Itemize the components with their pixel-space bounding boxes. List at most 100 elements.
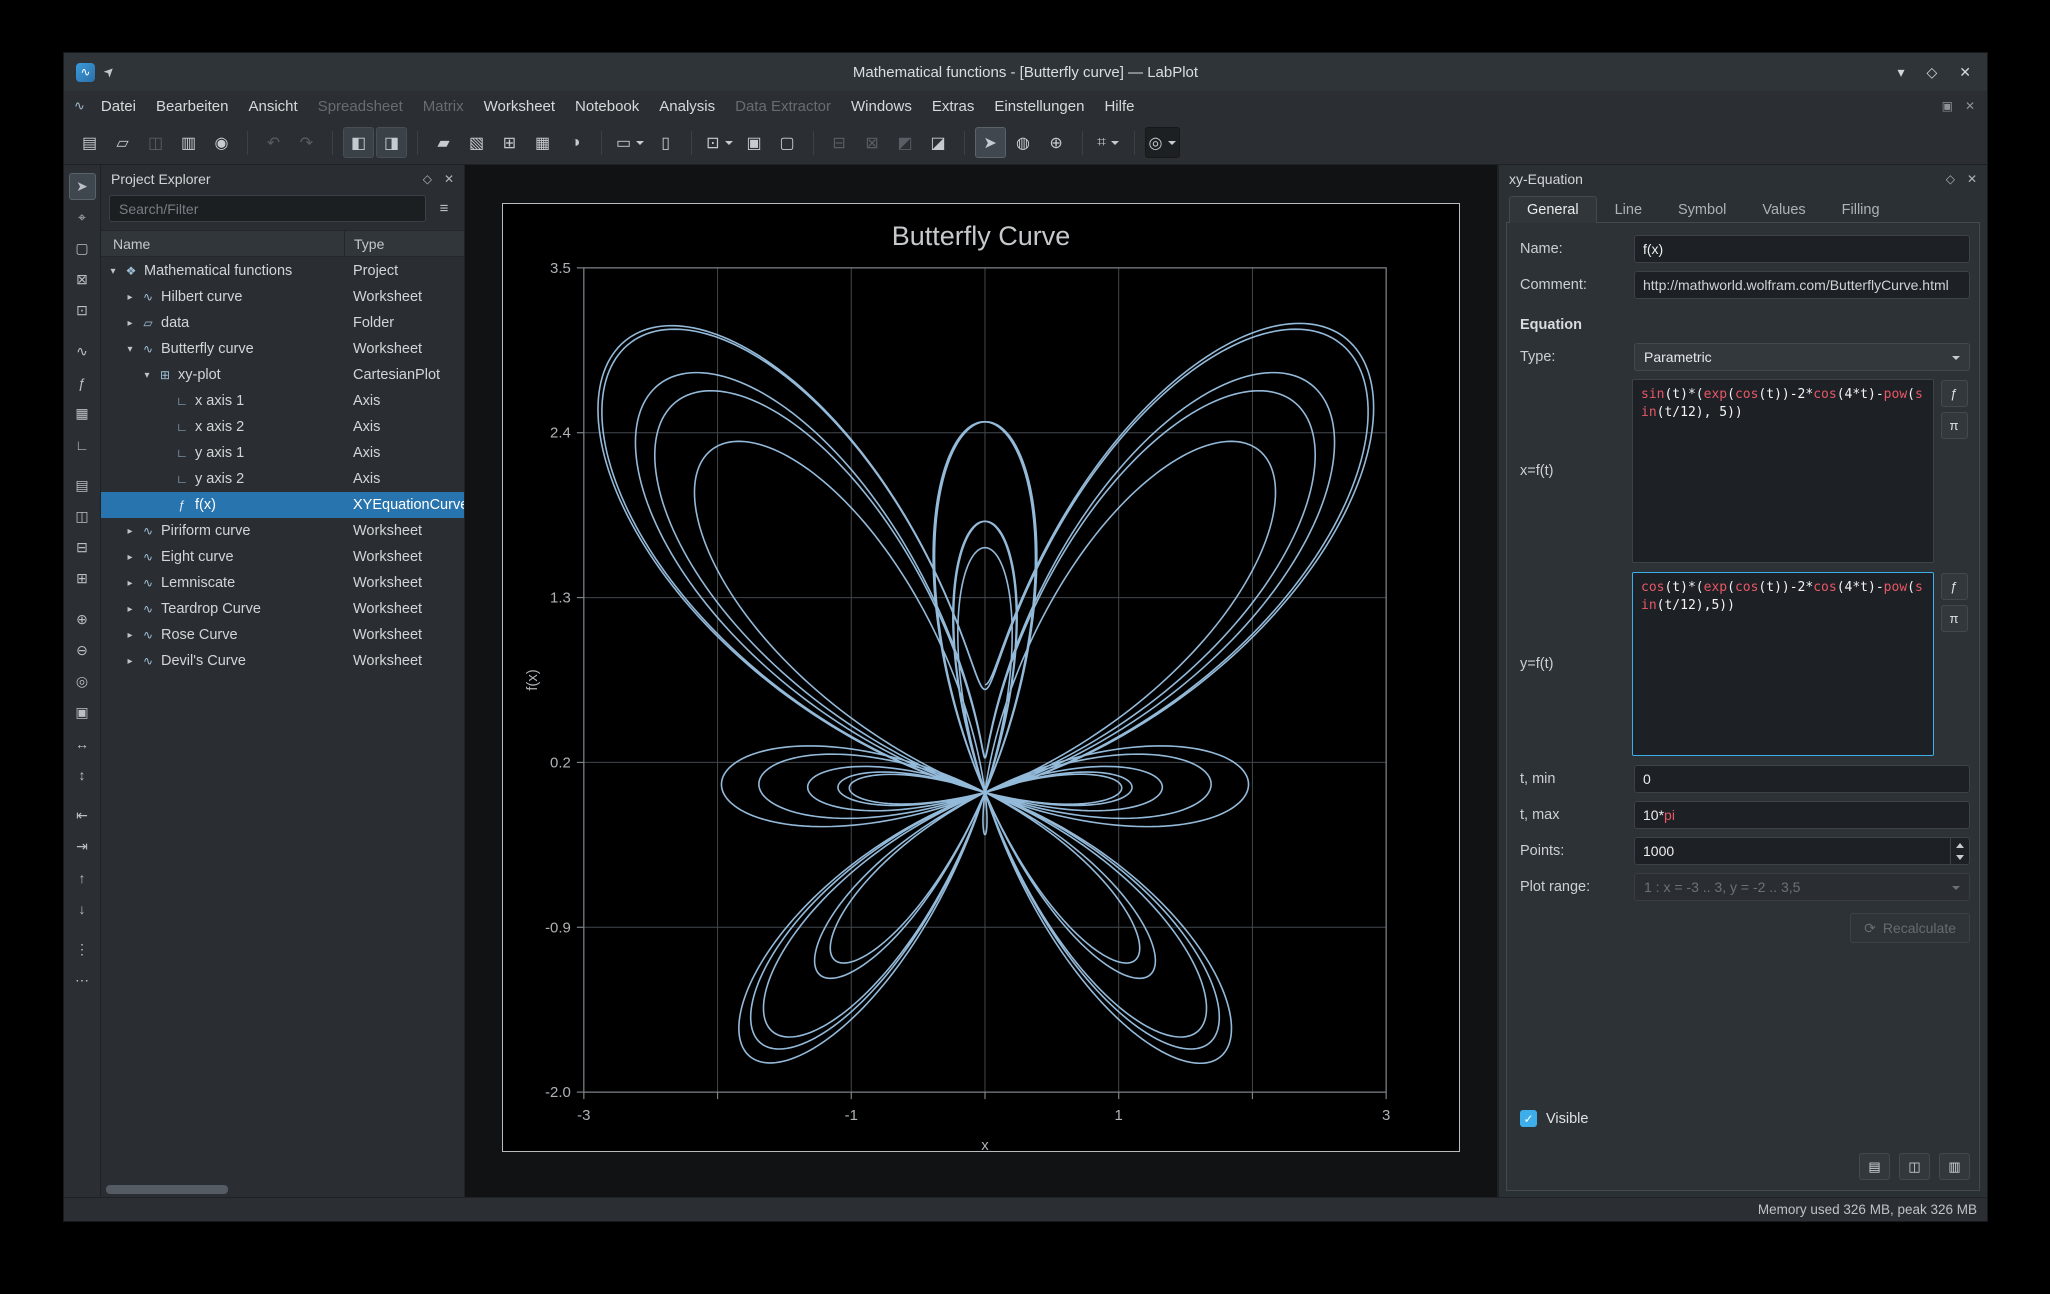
new-workbook-icon[interactable]: ▧ [461,127,492,158]
shift-up-y-tool-icon[interactable]: ↑ [69,864,96,891]
add-histogram-tool-icon[interactable]: ▦ [69,400,96,427]
select-tool-icon[interactable]: ➤ [68,173,96,200]
menu-worksheet[interactable]: Worksheet [474,94,565,119]
new-matrix-icon[interactable]: ▦ [527,127,558,158]
print-preview-icon[interactable]: ◉ [206,127,237,158]
expander-icon[interactable]: ▸ [122,630,138,641]
shift-left-x-tool-icon[interactable]: ⇤ [69,802,96,829]
open-project-icon[interactable]: ▱ [107,127,138,158]
grid-layout-tool-icon[interactable]: ⊞ [69,565,96,592]
tree-row-lemniscate[interactable]: ▸ ∿ Lemniscate Worksheet [101,570,464,596]
snap-grid-icon[interactable]: ⌗ [1093,127,1124,158]
horizontal-scrollbar[interactable] [104,1185,461,1194]
tab-general[interactable]: General [1509,196,1597,223]
add-equation-curve-tool-icon[interactable]: ƒ [69,369,96,396]
new-project-icon[interactable]: ▤ [74,127,105,158]
tab-values[interactable]: Values [1744,196,1823,223]
close-dock-icon[interactable]: ✕ [1967,172,1977,186]
menu-einstellungen[interactable]: Einstellungen [984,94,1094,119]
load-function-button[interactable]: ▤ [1859,1153,1890,1180]
shift-right-x-tool-icon[interactable]: ⇥ [69,833,96,860]
fit-page-icon[interactable]: ▣ [739,127,770,158]
print-icon[interactable]: ▥ [173,127,204,158]
toggle-project-explorer-icon[interactable]: ◧ [343,127,374,158]
insert-function-button[interactable]: ƒ [1940,573,1968,600]
zoom-fit-width-tool-icon[interactable]: ↔ [69,730,96,757]
equation-type-select[interactable]: Parametric [1634,343,1970,371]
worksheet-view[interactable]: Butterfly Curve -3 -1 1 3 3.5 2.4 1.3 0.2 -0.9 -2… [465,165,1498,1197]
zoom-out-tool-icon[interactable]: ⊖ [69,637,96,664]
tree-header[interactable]: Name Type [101,230,464,257]
tree-row-devil-s-curve[interactable]: ▸ ∿ Devil's Curve Worksheet [101,648,464,674]
points-stepper[interactable] [1634,837,1970,865]
zoom-fit-icon[interactable]: ⊕ [1041,127,1072,158]
column-name[interactable]: Name [101,236,150,252]
menu-notebook[interactable]: Notebook [565,94,649,119]
tree-row-data[interactable]: ▸ ▱ data Folder [101,310,464,336]
expander-icon[interactable]: ▸ [122,318,138,329]
zoom-mode-icon[interactable]: ⊡ [702,127,736,158]
fit-width-icon[interactable]: ▢ [772,127,803,158]
search-input[interactable] [109,195,426,222]
tree-row-y-axis-1[interactable]: ∟ y axis 1 Axis [101,440,464,466]
expander-icon[interactable]: ▸ [122,526,138,537]
name-field[interactable] [1634,235,1970,263]
tree-row-rose-curve[interactable]: ▸ ∿ Rose Curve Worksheet [101,622,464,648]
zoom-in-tool-icon[interactable]: ⊕ [69,606,96,633]
filter-options-icon[interactable]: ≡ [432,197,456,221]
spin-up-icon[interactable] [1951,838,1969,851]
save-function-button[interactable]: ◫ [1899,1153,1930,1180]
tab-line[interactable]: Line [1597,196,1660,223]
float-panel-icon[interactable]: ◇ [423,172,432,186]
shade-window-icon[interactable]: ▾ [1897,64,1904,81]
visible-checkbox[interactable]: ✓ [1520,1110,1537,1127]
column-type[interactable]: Type [344,231,384,256]
zoom-origin-tool-icon[interactable]: ◎ [69,668,96,695]
x-equation-input[interactable]: sin(t)*(exp(cos(t))-2*cos(4*t)-pow(sin(t… [1632,379,1934,563]
new-notebook-icon[interactable]: ▯ [650,127,681,158]
expander-icon[interactable]: ▸ [122,604,138,615]
crosshair-mode-icon[interactable]: ◍ [1008,127,1039,158]
shift-down-y-tool-icon[interactable]: ↓ [69,895,96,922]
tmax-field[interactable]: 10* pi [1634,801,1970,829]
close-panel-icon[interactable]: ✕ [444,172,454,186]
vertical-layout-tool-icon[interactable]: ⊟ [69,534,96,561]
tree-row-y-axis-2[interactable]: ∟ y axis 2 Axis [101,466,464,492]
insert-function-button[interactable]: ƒ [1940,380,1968,407]
tab-filling[interactable]: Filling [1824,196,1898,223]
tree-row-xy-plot[interactable]: ▾ ⊞ xy-plot CartesianPlot [101,362,464,388]
zoom-fit-height-tool-icon[interactable]: ↕ [69,761,96,788]
menu-hilfe[interactable]: Hilfe [1094,94,1144,119]
add-curve-tool-icon[interactable]: ∿ [69,338,96,365]
insert-constant-button[interactable]: π [1940,412,1968,439]
title-bar[interactable]: ∿ ➤ Mathematical functions - [Butterfly … [64,53,1987,91]
menu-ansicht[interactable]: Ansicht [239,94,308,119]
menu-extras[interactable]: Extras [922,94,985,119]
new-folder-icon[interactable]: ▰ [428,127,459,158]
tmin-field[interactable] [1634,765,1970,793]
new-worksheet-icon[interactable]: ▭ [612,127,648,158]
zoom-select-tool-icon[interactable]: ▢ [69,235,96,262]
plot-svg[interactable]: -3 -1 1 3 3.5 2.4 1.3 0.2 -0.9 -2.0 x f(x) [503,204,1459,1151]
maximize-window-icon[interactable]: ◇ [1926,64,1937,81]
tree-row-x-axis-1[interactable]: ∟ x axis 1 Axis [101,388,464,414]
tree-row-eight-curve[interactable]: ▸ ∿ Eight curve Worksheet [101,544,464,570]
scrollbar-thumb[interactable] [106,1185,228,1194]
new-spreadsheet-icon[interactable]: ⊞ [494,127,525,158]
close-window-icon[interactable]: ✕ [1959,64,1971,81]
expander-icon[interactable]: ▸ [122,656,138,667]
break-layout-icon[interactable]: ◪ [923,127,954,158]
close-child-icon[interactable]: ✕ [1965,99,1975,113]
expander-icon[interactable]: ▸ [122,552,138,563]
magnifier-icon[interactable]: ◎ [1144,127,1180,158]
tab-symbol[interactable]: Symbol [1660,196,1744,223]
toggle-properties-icon[interactable]: ◨ [376,127,407,158]
tree-row-hilbert-curve[interactable]: ▸ ∿ Hilbert curve Worksheet [101,284,464,310]
expander-icon[interactable]: ▾ [105,266,121,277]
menu-windows[interactable]: Windows [841,94,922,119]
save-as-function-button[interactable]: ▥ [1939,1153,1970,1180]
add-axis-tool-icon[interactable]: ∟ [69,431,96,458]
tree-row-piriform-curve[interactable]: ▸ ∿ Piriform curve Worksheet [101,518,464,544]
expander-icon[interactable]: ▸ [122,292,138,303]
restore-child-icon[interactable]: ▣ [1942,99,1953,113]
